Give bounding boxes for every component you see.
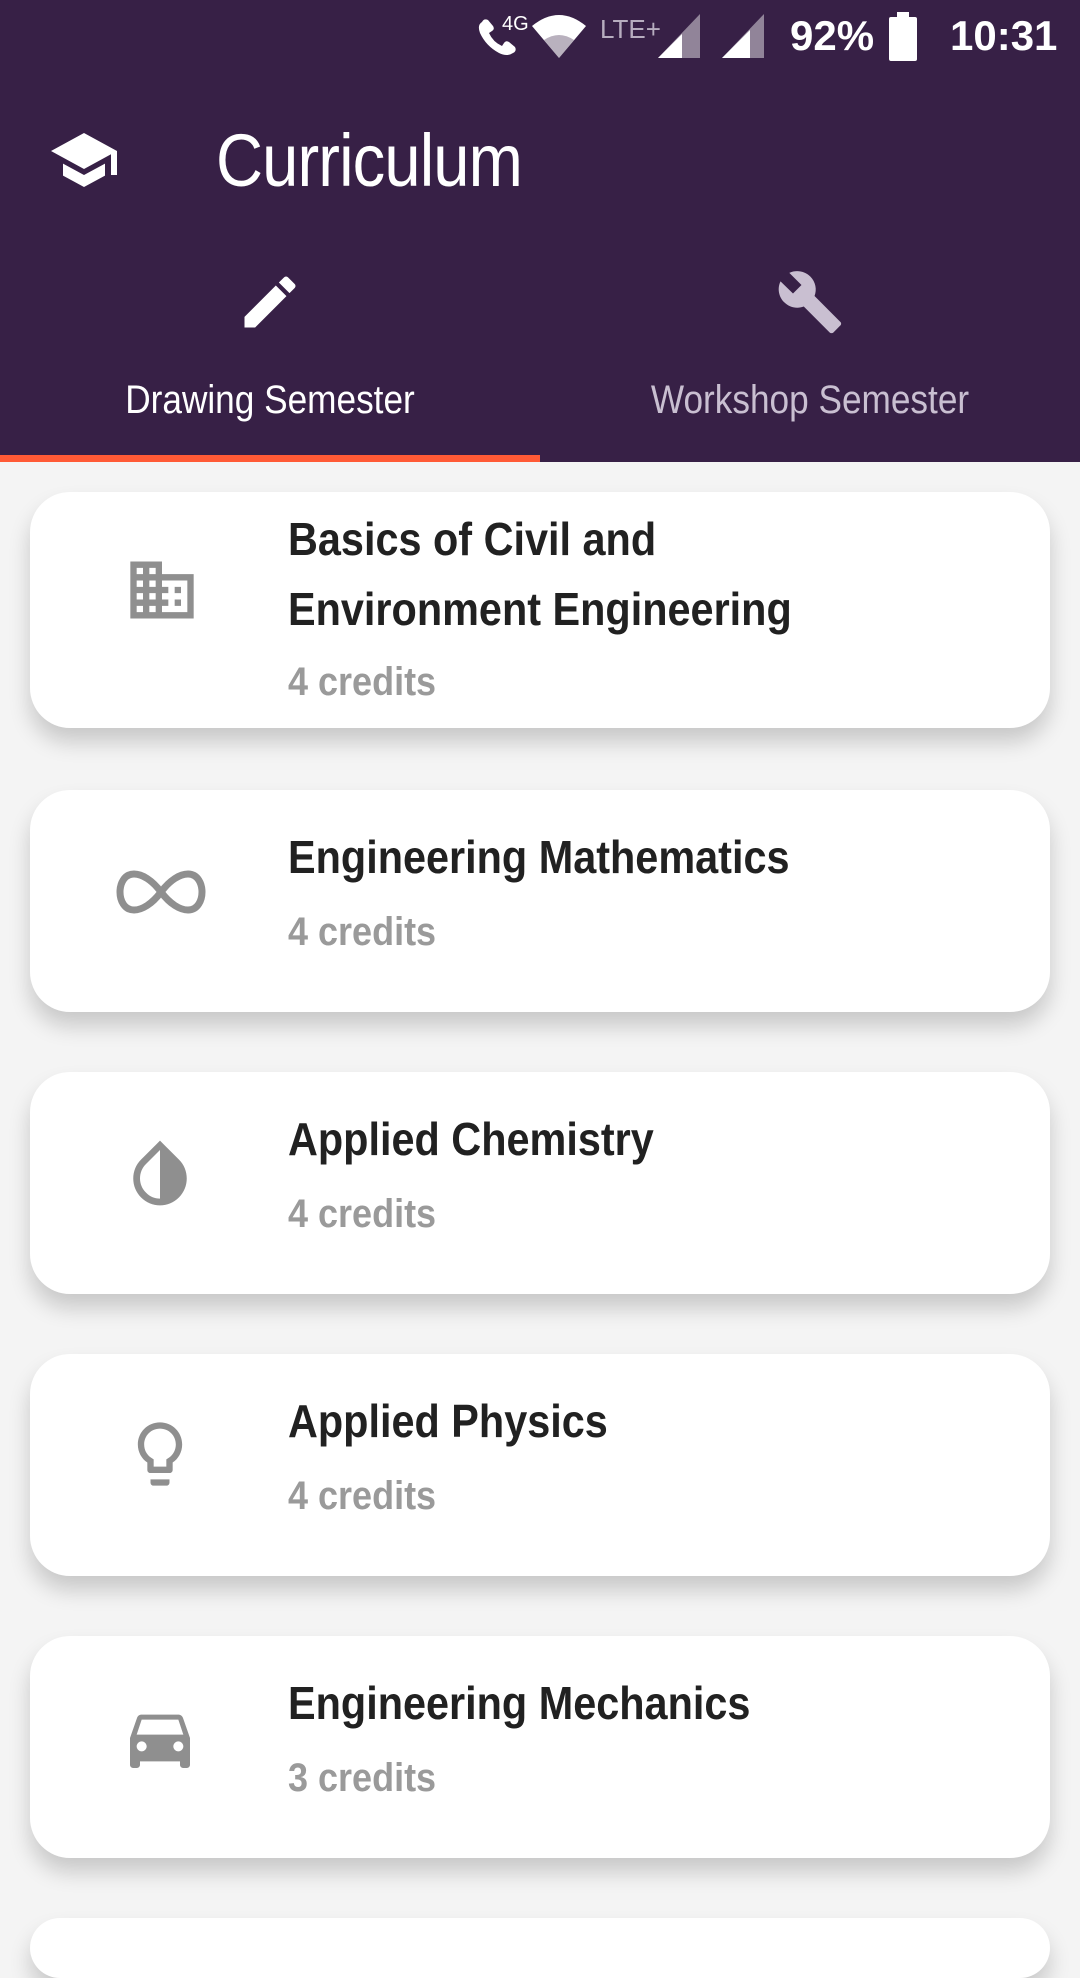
course-credits: 4 credits bbox=[288, 1474, 437, 1518]
course-title: Engineering Mathematics bbox=[288, 831, 790, 883]
course-card-partial[interactable] bbox=[30, 1918, 1050, 1978]
infinity-icon bbox=[114, 852, 210, 948]
school-cap-icon bbox=[48, 124, 120, 196]
lightbulb-icon bbox=[114, 1412, 210, 1508]
course-card-mathematics[interactable]: Engineering Mathematics 4 credits bbox=[30, 790, 1050, 1012]
building-icon bbox=[114, 546, 210, 642]
title-row: Curriculum bbox=[0, 100, 1080, 220]
course-card-mechanics[interactable]: Engineering Mechanics 3 credits bbox=[30, 1636, 1050, 1858]
signal-icon-2 bbox=[720, 12, 766, 65]
course-credits: 4 credits bbox=[288, 1192, 437, 1236]
battery-icon bbox=[888, 12, 918, 67]
tab-drawing-semester[interactable]: Drawing Semester bbox=[0, 250, 540, 462]
svg-text:4G: 4G bbox=[502, 13, 529, 35]
course-credits: 4 credits bbox=[288, 910, 437, 954]
course-title: Applied Chemistry bbox=[288, 1113, 654, 1165]
tab-label: Workshop Semester bbox=[650, 378, 970, 422]
app-bar: 4G LTE+ 92% 10:31 Curriculum Drawing Sem… bbox=[0, 0, 1080, 462]
clock: 10:31 bbox=[950, 12, 1058, 59]
tab-workshop-semester[interactable]: Workshop Semester bbox=[540, 250, 1080, 462]
wifi-icon bbox=[530, 8, 588, 69]
status-bar: 4G LTE+ 92% 10:31 bbox=[0, 0, 1080, 76]
tab-indicator bbox=[0, 455, 540, 462]
course-card-civil[interactable]: Basics of Civil and Environment Engineer… bbox=[30, 492, 1050, 728]
course-title-line2: Environment Engineering bbox=[288, 583, 792, 635]
battery-percent: 92% bbox=[790, 12, 875, 59]
course-card-chemistry[interactable]: Applied Chemistry 4 credits bbox=[30, 1072, 1050, 1294]
signal-icon-1 bbox=[656, 12, 702, 65]
pencil-icon bbox=[236, 268, 304, 336]
course-credits: 4 credits bbox=[288, 660, 437, 704]
page-title: Curriculum bbox=[216, 119, 523, 202]
wrench-icon bbox=[776, 268, 844, 336]
course-card-physics[interactable]: Applied Physics 4 credits bbox=[30, 1354, 1050, 1576]
course-credits: 3 credits bbox=[288, 1756, 437, 1800]
course-title-line1: Basics of Civil and bbox=[288, 513, 657, 565]
lte-label: LTE+ bbox=[600, 14, 661, 44]
tab-bar: Drawing Semester Workshop Semester bbox=[0, 250, 1080, 462]
course-title: Engineering Mechanics bbox=[288, 1677, 751, 1729]
drop-icon bbox=[114, 1130, 210, 1226]
course-title: Applied Physics bbox=[288, 1395, 608, 1447]
call-4g-icon: 4G bbox=[472, 8, 534, 69]
tab-label: Drawing Semester bbox=[125, 378, 415, 422]
car-icon bbox=[114, 1696, 210, 1792]
